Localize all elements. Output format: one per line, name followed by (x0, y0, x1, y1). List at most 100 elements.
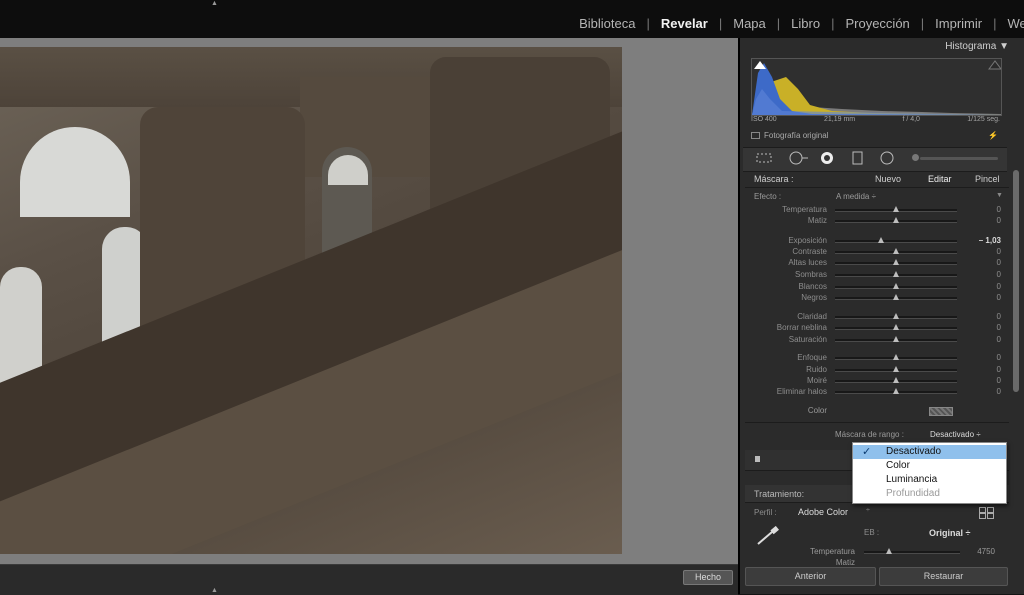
eyedropper-icon[interactable] (754, 526, 784, 546)
radial-filter-icon[interactable] (877, 151, 897, 165)
original-photo-toggle[interactable]: Fotografía original (751, 131, 828, 140)
module-bar: ▲ Biblioteca | Revelar | Mapa | Libro | … (0, 0, 1024, 38)
slider-knob[interactable] (893, 336, 899, 342)
slider-knob[interactable] (878, 237, 884, 243)
previous-button[interactable]: Anterior (745, 567, 876, 586)
slider-knob[interactable] (893, 248, 899, 254)
adjustment-slider[interactable] (835, 316, 957, 319)
module-proyeccion[interactable]: Proyección (845, 16, 909, 31)
module-biblioteca[interactable]: Biblioteca (579, 16, 635, 31)
adjustment-slider[interactable] (835, 380, 957, 383)
slider-value[interactable]: 0 (971, 216, 1001, 225)
slider-knob[interactable] (893, 354, 899, 360)
wb-select[interactable]: Original ÷ (929, 528, 970, 538)
slider-value[interactable]: 0 (971, 323, 1001, 332)
slider-knob[interactable] (893, 324, 899, 330)
redeye-icon[interactable] (816, 151, 840, 165)
adjustment-slider[interactable] (835, 220, 957, 223)
module-libro[interactable]: Libro (791, 16, 820, 31)
highlight-clipping-icon[interactable] (989, 61, 1001, 69)
collapse-top-panel-icon[interactable]: ▲ (211, 0, 218, 7)
slider-knob[interactable] (893, 217, 899, 223)
done-button[interactable]: Hecho (683, 570, 733, 585)
graduated-filter-icon[interactable] (851, 151, 865, 165)
slider-knob[interactable] (886, 548, 892, 554)
slider-value[interactable]: 0 (971, 282, 1001, 291)
histogram[interactable] (751, 58, 1002, 116)
adjustment-slider[interactable] (835, 339, 957, 342)
slider-value[interactable]: – 1,03 (971, 236, 1001, 245)
menu-item-desactivado[interactable]: ✓ Desactivado (853, 445, 1006, 459)
menu-item-color[interactable]: Color (853, 459, 1006, 473)
temperature-slider[interactable] (864, 551, 960, 554)
adjustment-slider[interactable] (835, 286, 957, 289)
slider-knob[interactable] (893, 294, 899, 300)
module-separator: | (777, 16, 780, 31)
adjustment-slider[interactable] (835, 209, 957, 212)
slider-knob[interactable] (893, 388, 899, 394)
adjustment-slider[interactable] (835, 274, 957, 277)
adjustment-slider[interactable] (835, 369, 957, 372)
checkmark-icon: ✓ (862, 445, 871, 459)
range-mask-select[interactable]: Desactivado ÷ (930, 430, 981, 439)
range-mask-label: Máscara de rango : (835, 430, 904, 439)
collapse-filmstrip-icon[interactable]: ▲ (211, 587, 218, 594)
slider-knob[interactable] (893, 313, 899, 319)
effect-dropdown[interactable]: A medida ÷ (836, 192, 876, 201)
range-mask-menu: ✓ Desactivado Color Luminancia Profundid… (852, 442, 1007, 504)
mask-edit-button[interactable]: Editar (928, 174, 952, 184)
slider-knob[interactable] (893, 259, 899, 265)
toggle-switch-icon[interactable] (755, 456, 760, 462)
reset-button[interactable]: Restaurar (879, 567, 1008, 586)
panel-scrollbar[interactable] (1013, 170, 1019, 392)
adjustment-slider[interactable] (835, 327, 957, 330)
adjustment-slider[interactable] (835, 297, 957, 300)
photo-preview[interactable] (0, 47, 622, 554)
color-swatch[interactable] (929, 407, 953, 416)
adjustment-slider[interactable] (835, 357, 957, 360)
slider-value[interactable]: 0 (971, 258, 1001, 267)
slider-value[interactable]: 0 (971, 387, 1001, 396)
slider-value[interactable]: 0 (971, 312, 1001, 321)
original-photo-label: Fotografía original (764, 131, 828, 140)
mask-brush-button[interactable]: Pincel (975, 174, 1000, 184)
histogram-title[interactable]: Histograma ▼ (745, 38, 1009, 55)
slider-value[interactable]: 0 (971, 247, 1001, 256)
slider-knob[interactable] (893, 271, 899, 277)
module-imprimir[interactable]: Imprimir (935, 16, 982, 31)
profile-browser-icon[interactable] (979, 507, 993, 519)
slider-value[interactable]: 0 (971, 270, 1001, 279)
slider-value[interactable]: 0 (971, 293, 1001, 302)
profile-dropdown-icon[interactable]: ÷ (866, 507, 870, 514)
checkbox-icon[interactable] (751, 132, 760, 139)
brush-icon[interactable] (912, 154, 919, 161)
slider-knob[interactable] (893, 377, 899, 383)
slider-value[interactable]: 0 (971, 376, 1001, 385)
slider-knob[interactable] (893, 283, 899, 289)
adjustment-slider[interactable] (835, 262, 957, 265)
adjustment-slider[interactable] (835, 251, 957, 254)
slider-value[interactable]: 0 (971, 365, 1001, 374)
slider-knob[interactable] (893, 206, 899, 212)
adjustment-slider[interactable] (835, 240, 957, 243)
brush-size-slider[interactable] (920, 157, 998, 160)
slider-value[interactable]: 0 (971, 205, 1001, 214)
profile-select[interactable]: Adobe Color (798, 507, 848, 517)
slider-label: Borrar neblina (745, 323, 827, 332)
spot-removal-icon[interactable] (786, 151, 810, 165)
module-separator: | (831, 16, 834, 31)
menu-item-luminancia[interactable]: Luminancia (853, 473, 1006, 487)
slider-value[interactable]: 0 (971, 353, 1001, 362)
module-web[interactable]: Web (1008, 16, 1024, 31)
slider-value[interactable]: 0 (971, 335, 1001, 344)
module-mapa[interactable]: Mapa (733, 16, 766, 31)
mask-new-button[interactable]: Nuevo (875, 174, 901, 184)
warning-icon[interactable]: ⚡ (988, 131, 998, 140)
slider-knob[interactable] (893, 366, 899, 372)
adjustment-slider[interactable] (835, 391, 957, 394)
aperture-value: f / 4,0 (902, 116, 920, 126)
temperature-value[interactable]: 4750 (965, 547, 995, 556)
collapse-icon[interactable]: ▼ (996, 192, 1003, 199)
crop-tool-icon[interactable] (754, 151, 774, 165)
module-revelar[interactable]: Revelar (661, 16, 708, 31)
